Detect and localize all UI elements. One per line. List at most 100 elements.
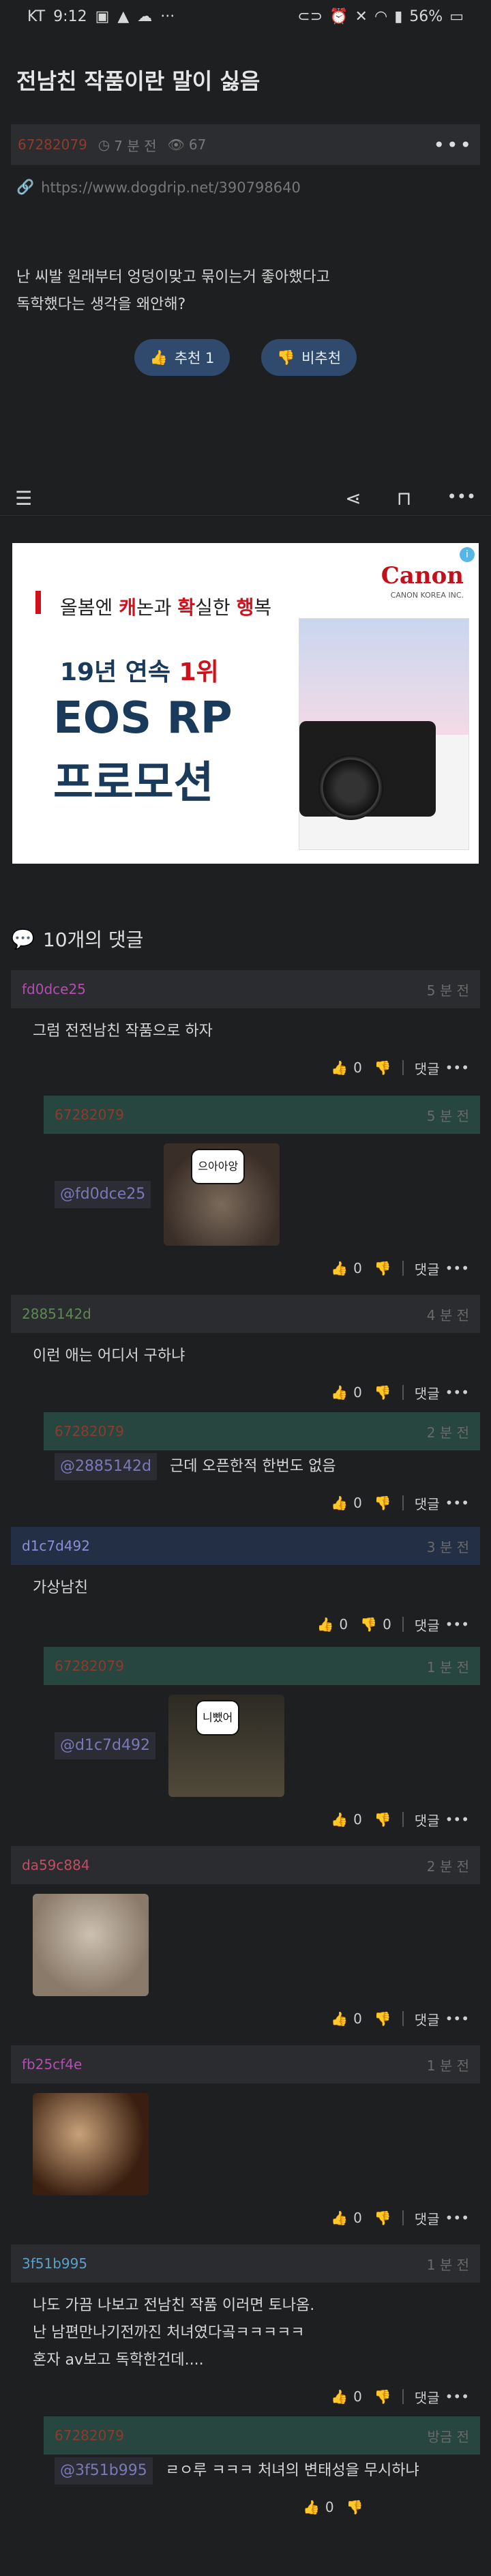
- more-icon[interactable]: •••: [445, 2210, 469, 2226]
- reply-button[interactable]: 댓글: [415, 1383, 440, 1403]
- camera-graphic: [299, 721, 436, 820]
- more-icon[interactable]: •••: [445, 1495, 469, 1511]
- reply-button[interactable]: 댓글: [415, 2009, 440, 2029]
- like-count: 0: [353, 1495, 362, 1511]
- crying-cat-image[interactable]: [33, 1894, 149, 1996]
- post-meta: 67282079 ◷ 7 분 전 👁 67 •••: [11, 124, 480, 165]
- thumbs-up-icon[interactable]: 👍: [331, 1384, 348, 1401]
- comment-time: 1 분 전: [426, 1658, 469, 1675]
- thumbs-down-icon[interactable]: 👎: [374, 1384, 391, 1401]
- more-icon[interactable]: •••: [445, 2388, 469, 2405]
- comment-reply: 67282079 1 분 전 @d1c7d492 니뺐어 👍 0 👎 댓글 •••: [44, 1647, 480, 1835]
- reply-button[interactable]: 댓글: [415, 1058, 440, 1078]
- comment-text: ㄹㅇ루 ㅋㅋㅋ 처녀의 변태성을 무시하냐: [165, 2462, 419, 2479]
- share-icon[interactable]: ⋖: [345, 487, 361, 510]
- comment-author[interactable]: fb25cf4e: [22, 2056, 82, 2073]
- toast-image[interactable]: [33, 2093, 149, 2195]
- mention[interactable]: @fd0dce25: [55, 1181, 151, 1208]
- comment-author[interactable]: 67282079: [55, 2427, 124, 2444]
- reply-button[interactable]: 댓글: [415, 1493, 440, 1513]
- thumbs-down-icon[interactable]: 👎: [374, 2210, 391, 2226]
- bookmark-icon[interactable]: ⊓: [397, 487, 412, 510]
- comment-reply: 67282079 2 분 전 @2885142d 근데 오픈한적 한번도 없음 …: [44, 1412, 480, 1519]
- downvote-button[interactable]: 👎 비추천: [261, 339, 357, 376]
- comment-author[interactable]: 3f51b995: [22, 2255, 87, 2272]
- reply-button[interactable]: 댓글: [415, 2208, 440, 2228]
- thumbs-up-icon[interactable]: 👍: [331, 1260, 348, 1276]
- thumbs-up-icon[interactable]: 👍: [331, 2010, 348, 2027]
- mention[interactable]: @2885142d: [55, 1453, 157, 1480]
- alarm-icon: ⏰: [329, 8, 348, 25]
- thumbs-down-icon[interactable]: 👎: [360, 1616, 377, 1633]
- mention[interactable]: @d1c7d492: [55, 1732, 156, 1759]
- thumbs-down-icon[interactable]: 👎: [374, 2010, 391, 2027]
- comment-time: 1 분 전: [426, 2256, 469, 2273]
- post-body: 난 씨발 원래부터 엉덩이맞고 묶이는거 좋아했다고 독학했다는 생각을 왜안해…: [16, 264, 475, 319]
- more-icon[interactable]: •••: [445, 1616, 469, 1633]
- comment-text: 가상남친: [33, 1579, 88, 1596]
- comment-author[interactable]: fd0dce25: [22, 981, 86, 997]
- comment: 3f51b995 1 분 전 나도 가끔 나보고 전남친 작품 이러면 토나옴.…: [11, 2244, 480, 2412]
- ad-banner[interactable]: 올봄엔 캐논과 확실한 행복 19년 연속 1위 EOS RP 프로모션 Can…: [12, 543, 479, 864]
- battery-icon: ▭: [449, 8, 464, 25]
- thumbs-up-icon[interactable]: 👍: [331, 2210, 348, 2226]
- thumbs-down-icon[interactable]: 👎: [374, 1260, 391, 1276]
- post-toolbar: ☰ ⋖ ⊓ •••: [0, 482, 491, 516]
- reply-button[interactable]: 댓글: [415, 1810, 440, 1830]
- mute-icon: ✕: [355, 8, 368, 25]
- comment-text: 근데 오픈한적 한번도 없음: [169, 1458, 336, 1475]
- mention[interactable]: @3f51b995: [55, 2457, 153, 2485]
- comment-text: 그럼 전전남친 작품으로 하자: [33, 1023, 213, 1040]
- thumbs-down-icon[interactable]: 👎: [374, 1059, 391, 1076]
- canon-sub: CANON KOREA INC.: [390, 591, 464, 600]
- more-icon[interactable]: •••: [445, 1384, 469, 1401]
- list-icon[interactable]: ☰: [15, 487, 32, 510]
- ad-years: 19년 연속 1위: [60, 658, 219, 686]
- comment-bubble-icon: 💬: [11, 927, 35, 950]
- thumbs-down-icon[interactable]: 👎: [374, 1811, 391, 1828]
- clock-icon: ◷: [98, 136, 110, 153]
- comment-author[interactable]: 2885142d: [22, 1306, 91, 1322]
- thumbs-up-icon[interactable]: 👍: [331, 2388, 348, 2405]
- comment-author[interactable]: d1c7d492: [22, 1538, 90, 1554]
- more-icon[interactable]: •••: [445, 1059, 469, 1076]
- more-icon[interactable]: •••: [445, 1811, 469, 1828]
- notification-icon: ▲: [117, 8, 130, 25]
- more-icon[interactable]: •••: [447, 487, 476, 510]
- link-icon: ⊂⊃: [297, 8, 323, 25]
- comment-text: 이런 애는 어디서 구하냐: [33, 1347, 185, 1364]
- comment-author[interactable]: 67282079: [55, 1658, 124, 1674]
- like-count: 0: [353, 2010, 362, 2027]
- comment-author[interactable]: 67282079: [55, 1107, 124, 1123]
- thumbs-down-icon[interactable]: 👎: [374, 1495, 391, 1511]
- comment-time: 4 분 전: [426, 1306, 469, 1323]
- reply-button[interactable]: 댓글: [415, 2387, 440, 2407]
- thumbs-up-icon[interactable]: 👍: [317, 1616, 334, 1633]
- thumbs-up-icon[interactable]: 👍: [303, 2499, 320, 2515]
- comment-author[interactable]: 67282079: [55, 1423, 124, 1439]
- more-icon[interactable]: •••: [445, 1260, 469, 1276]
- thumbs-up-icon[interactable]: 👍: [331, 1811, 348, 1828]
- post-link[interactable]: 🔗 https://www.dogdrip.net/390798640: [16, 179, 475, 196]
- snail-image[interactable]: 니뺐어: [168, 1695, 285, 1797]
- comment-author[interactable]: da59c884: [22, 1857, 90, 1873]
- reply-button[interactable]: 댓글: [415, 1259, 440, 1278]
- thumbs-down-icon[interactable]: 👎: [374, 2388, 391, 2405]
- more-options-icon[interactable]: •••: [433, 134, 473, 156]
- post-url[interactable]: https://www.dogdrip.net/390798640: [41, 179, 301, 196]
- upvote-button[interactable]: 👍 추천 1: [134, 339, 230, 376]
- thumbs-down-icon[interactable]: 👎: [346, 2499, 363, 2515]
- thumbs-up-icon[interactable]: 👍: [331, 1059, 348, 1076]
- ad-info-icon[interactable]: i: [460, 547, 475, 562]
- raccoon-image[interactable]: 으아아앙: [164, 1143, 280, 1246]
- signal-icon: ▮: [394, 8, 403, 25]
- like-count: 0: [325, 2499, 334, 2515]
- ad-camera-image: [299, 618, 469, 850]
- more-icon[interactable]: •••: [445, 2010, 469, 2027]
- reply-button[interactable]: 댓글: [415, 1615, 440, 1635]
- like-count: 0: [353, 2388, 362, 2405]
- thumbs-up-icon[interactable]: 👍: [331, 1495, 348, 1511]
- battery-level: 56%: [409, 8, 443, 25]
- post-author[interactable]: 67282079: [18, 136, 87, 153]
- post-views: 67: [188, 136, 207, 153]
